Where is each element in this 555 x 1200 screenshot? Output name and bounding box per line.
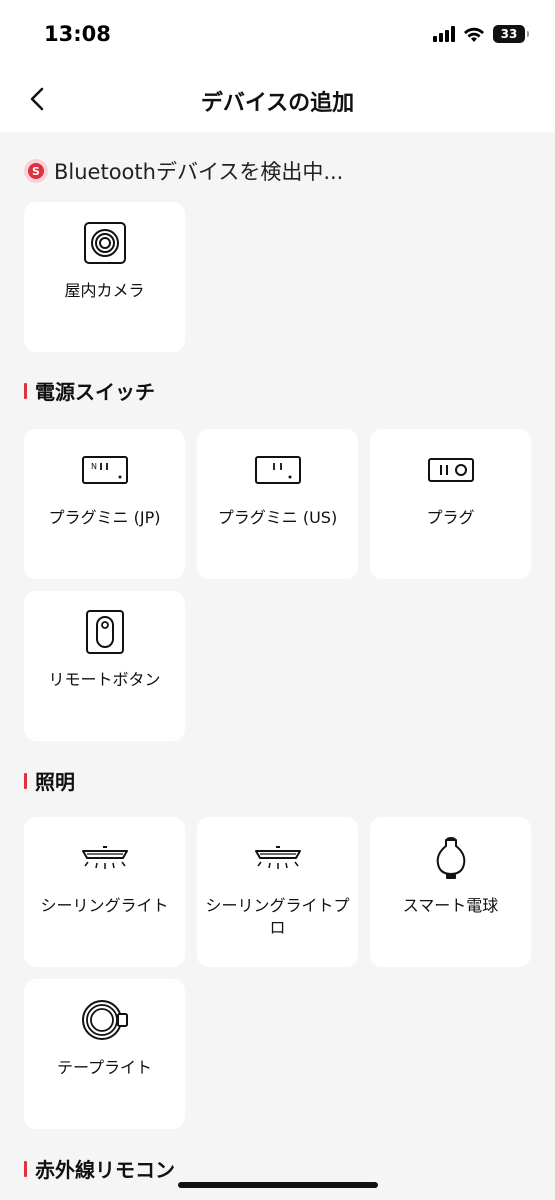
device-label: 屋内カメラ xyxy=(64,281,145,300)
scan-text: Bluetoothデバイスを検出中... xyxy=(54,160,344,184)
battery-icon: 33 xyxy=(493,25,529,43)
bluetooth-scan-icon: S xyxy=(24,159,48,183)
remote-button-icon xyxy=(85,610,124,654)
status-icons: 33 xyxy=(433,24,529,44)
section-accent-bar xyxy=(24,382,27,399)
device-card-ceiling-light[interactable]: シーリングライト xyxy=(24,817,185,967)
device-label: プラグミニ (JP) xyxy=(48,508,161,527)
device-label: プラグ xyxy=(426,508,475,527)
device-label: シーリングライトプロ xyxy=(205,896,350,937)
device-label: スマート電球 xyxy=(402,896,499,915)
device-card-plug-mini-jp[interactable]: N プラグミニ (JP) xyxy=(24,429,185,579)
device-card-tape-light[interactable]: テープライト xyxy=(24,979,185,1129)
plug-mini-us-icon xyxy=(254,456,301,484)
device-label: テープライト xyxy=(56,1058,153,1077)
ceiling-light-icon xyxy=(81,846,128,869)
section-accent-bar xyxy=(24,1160,27,1177)
device-label: リモートボタン xyxy=(48,670,161,689)
status-time: 13:08 xyxy=(44,22,111,46)
section-title-lighting: 照明 xyxy=(24,766,75,795)
page-title: デバイスの追加 xyxy=(200,91,355,116)
device-card-ceiling-light-pro[interactable]: シーリングライトプロ xyxy=(197,817,358,967)
cellular-signal-icon xyxy=(433,26,455,42)
home-indicator[interactable] xyxy=(178,1182,378,1188)
device-card-remote-button[interactable]: リモートボタン xyxy=(24,591,185,741)
device-label: プラグミニ (US) xyxy=(217,508,338,527)
plug-icon xyxy=(427,458,474,482)
device-card-plug-mini-us[interactable]: プラグミニ (US) xyxy=(197,429,358,579)
section-accent-bar xyxy=(24,772,27,789)
camera-icon xyxy=(83,222,126,264)
section-title-power: 電源スイッチ xyxy=(24,376,155,405)
section-title-ir-remote: 赤外線リモコン xyxy=(24,1154,175,1183)
wifi-icon xyxy=(464,27,484,42)
status-bar: 13:08 33 xyxy=(0,0,555,70)
device-card-plug[interactable]: プラグ xyxy=(370,429,531,579)
device-card-smart-bulb[interactable]: スマート電球 xyxy=(370,817,531,967)
device-card-indoor-camera[interactable]: 屋内カメラ xyxy=(24,202,185,352)
svg-text:N: N xyxy=(91,462,97,471)
smart-bulb-icon xyxy=(436,837,465,879)
bluetooth-scan-status: S Bluetoothデバイスを検出中... xyxy=(24,156,343,186)
nav-bar: デバイスの追加 xyxy=(0,70,555,132)
tape-light-icon xyxy=(81,1000,128,1040)
plug-mini-jp-icon: N xyxy=(81,456,128,484)
device-label: シーリングライト xyxy=(40,896,169,915)
ceiling-light-pro-icon xyxy=(254,846,301,869)
